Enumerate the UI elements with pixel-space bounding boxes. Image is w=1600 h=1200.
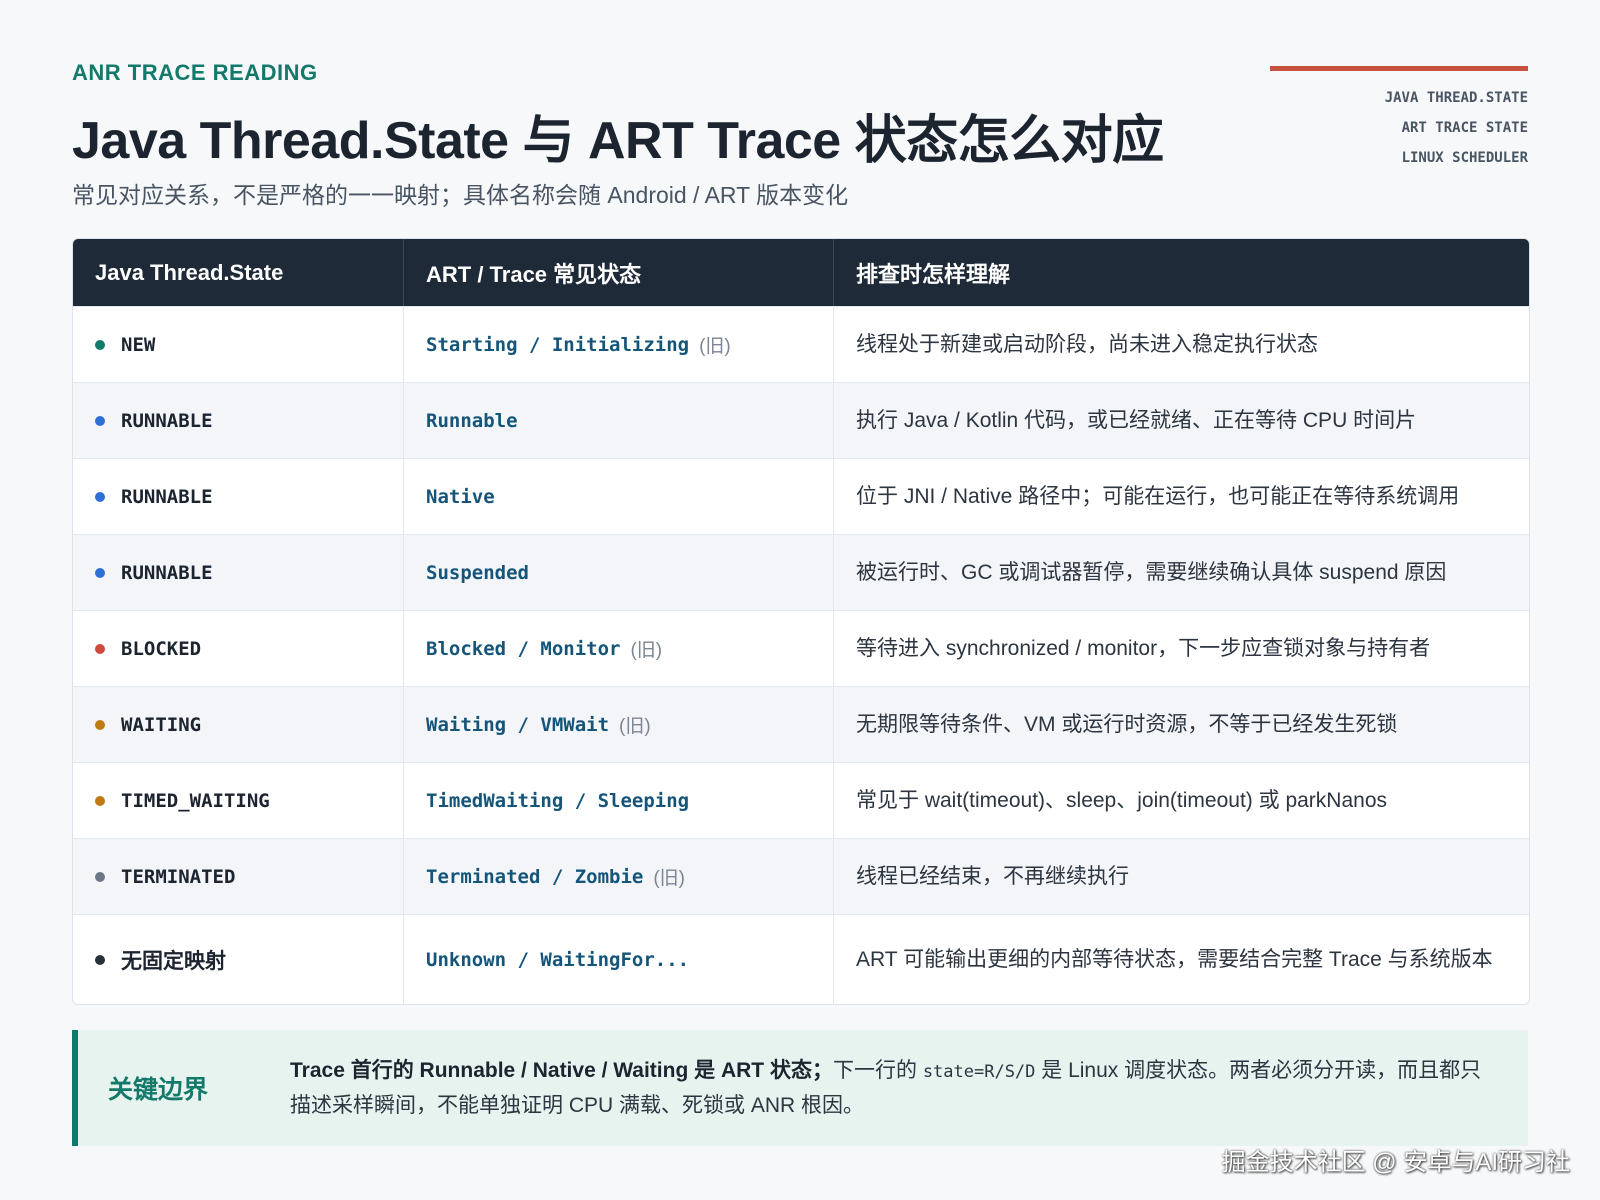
java-state-label: RUNNABLE [121, 561, 213, 584]
java-state-cell: RUNNABLE [73, 383, 404, 458]
art-state-cell: Terminated / Zombie (旧) [404, 839, 834, 914]
page-subtitle: 常见对应关系，不是严格的一一映射；具体名称会随 Android / ART 版本… [72, 182, 849, 208]
status-dot-icon [95, 567, 105, 578]
kicker: ANR TRACE READING [72, 60, 318, 85]
art-state-cell: Native [404, 459, 834, 534]
table-row: 无固定映射 Unknown / WaitingFor... ART 可能输出更细的内… [73, 914, 1529, 1004]
status-dot-icon [95, 719, 105, 730]
java-state-label: TIMED_WAITING [121, 789, 270, 812]
java-state-label: RUNNABLE [121, 409, 213, 432]
art-state-label: Unknown / WaitingFor... [426, 948, 690, 971]
tag: JAVA THREAD.STATE [1384, 90, 1528, 106]
java-state-label: 无固定映射 [121, 949, 226, 973]
java-state-cell: RUNNABLE [73, 535, 404, 610]
art-state-label: Waiting / VMWait [426, 713, 610, 736]
table-row: TIMED_WAITING TimedWaiting / Sleeping 常见于 … [73, 762, 1529, 838]
java-state-cell: 无固定映射 [73, 915, 404, 1004]
java-state-label: TERMINATED [121, 865, 236, 888]
table-row: RUNNABLE Suspended 被运行时、GC 或调试器暂停，需要继续确认具体… [73, 534, 1529, 610]
art-state-cell: Blocked / Monitor (旧) [404, 611, 834, 686]
callout-bold-text: Trace 首行的 Runnable / Native / Waiting 是 … [290, 1059, 833, 1082]
table-body: NEW Starting / Initializing (旧) 线程处于新建或启动阶段… [73, 306, 1529, 1004]
art-state-label: Terminated / Zombie [426, 865, 644, 888]
legacy-marker: (旧) [630, 640, 663, 661]
java-state-label: NEW [121, 333, 156, 356]
explanation-cell: 线程处于新建或启动阶段，尚未进入稳定执行状态 [856, 332, 1318, 356]
table-header: Java Thread.State ART / Trace 常见状态 排查时怎样… [73, 239, 1529, 306]
status-dot-icon [95, 339, 105, 350]
table-row: RUNNABLE Native 位于 JNI / Native 路径中；可能在运行，… [73, 458, 1529, 534]
art-state-cell: Unknown / WaitingFor... [404, 915, 834, 1004]
accent-line [1270, 66, 1528, 71]
art-state-label: Suspended [426, 561, 529, 584]
art-state-cell: Suspended [404, 535, 834, 610]
java-state-label: BLOCKED [121, 637, 202, 660]
table-row: BLOCKED Blocked / Monitor (旧) 等待进入 synchron… [73, 610, 1529, 686]
explanation-cell: 等待进入 synchronized / monitor，下一步应查锁对象与持有者 [856, 636, 1431, 660]
status-dot-icon [95, 795, 105, 806]
legacy-marker: (旧) [699, 336, 731, 357]
status-dot-icon [95, 415, 105, 426]
java-state-cell: RUNNABLE [73, 459, 404, 534]
java-state-cell: TIMED_WAITING [73, 763, 404, 838]
art-state-label: TimedWaiting / Sleeping [426, 789, 690, 812]
tag: LINUX SCHEDULER [1401, 150, 1528, 166]
table-row: RUNNABLE Runnable 执行 Java / Kotlin 代码，或已经就… [73, 382, 1529, 458]
column-header-art-state: ART / Trace 常见状态 [404, 239, 834, 306]
page-title: Java Thread.State 与 ART Trace 状态怎么对应 [72, 112, 1164, 170]
java-state-label: WAITING [121, 713, 202, 736]
explanation-cell: ART 可能输出更细的内部等待状态，需要结合完整 Trace 与系统版本 [856, 947, 1493, 971]
explanation-cell: 执行 Java / Kotlin 代码，或已经就绪、正在等待 CPU 时间片 [856, 408, 1417, 432]
legacy-marker: (旧) [619, 716, 651, 737]
callout-text-part: 下一行的 [832, 1059, 923, 1082]
table-row: NEW Starting / Initializing (旧) 线程处于新建或启动阶段… [73, 306, 1529, 382]
explanation-cell: 无期限等待条件、VM 或运行时资源，不等于已经发生死锁 [856, 712, 1398, 736]
art-state-label: Blocked / Monitor [426, 637, 621, 660]
column-header-explanation: 排查时怎样理解 [856, 261, 1011, 287]
java-state-cell: NEW [73, 307, 404, 382]
tag-list: JAVA THREAD.STATE ART TRACE STATE LINUX … [1385, 88, 1528, 178]
art-state-cell: TimedWaiting / Sleeping [404, 763, 834, 838]
java-state-label: RUNNABLE [121, 485, 213, 508]
art-state-cell: Runnable [404, 383, 834, 458]
watermark: 掘金技术社区 @ 安卓与AI研习社 [1221, 1149, 1570, 1176]
column-header-java-state: Java Thread.State [73, 239, 404, 306]
legacy-marker: (旧) [653, 868, 685, 889]
art-state-label: Runnable [426, 409, 518, 432]
java-state-cell: TERMINATED [73, 839, 404, 914]
art-state-label: Starting / Initializing [426, 333, 690, 356]
java-state-cell: WAITING [73, 687, 404, 762]
status-dot-icon [95, 491, 105, 502]
art-state-label: Native [426, 485, 495, 508]
key-boundary-callout: 关键边界 Trace 首行的 Runnable / Native / Waiti… [72, 1030, 1528, 1146]
state-mapping-table: Java Thread.State ART / Trace 常见状态 排查时怎样… [72, 238, 1530, 1005]
explanation-cell: 线程已经结束，不再继续执行 [856, 864, 1129, 888]
status-dot-icon [95, 871, 105, 882]
callout-code: state=R/S/D [922, 1062, 1036, 1082]
art-state-cell: Starting / Initializing (旧) [404, 307, 834, 382]
callout-label: 关键边界 [108, 1076, 209, 1104]
art-state-cell: Waiting / VMWait (旧) [404, 687, 834, 762]
explanation-cell: 常见于 wait(timeout)、sleep、join(timeout) 或 … [856, 788, 1387, 812]
status-dot-icon [95, 954, 105, 965]
table-row: WAITING Waiting / VMWait (旧) 无期限等待条件、VM 或运行… [73, 686, 1529, 762]
explanation-cell: 被运行时、GC 或调试器暂停，需要继续确认具体 suspend 原因 [856, 560, 1447, 584]
callout-text: Trace 首行的 Runnable / Native / Waiting 是 … [290, 1054, 1500, 1123]
table-row: TERMINATED Terminated / Zombie (旧) 线程已经结束，不… [73, 838, 1529, 914]
tag: ART TRACE STATE [1401, 120, 1528, 136]
java-state-cell: BLOCKED [73, 611, 404, 686]
explanation-cell: 位于 JNI / Native 路径中；可能在运行，也可能正在等待系统调用 [856, 484, 1460, 508]
status-dot-icon [95, 643, 105, 654]
